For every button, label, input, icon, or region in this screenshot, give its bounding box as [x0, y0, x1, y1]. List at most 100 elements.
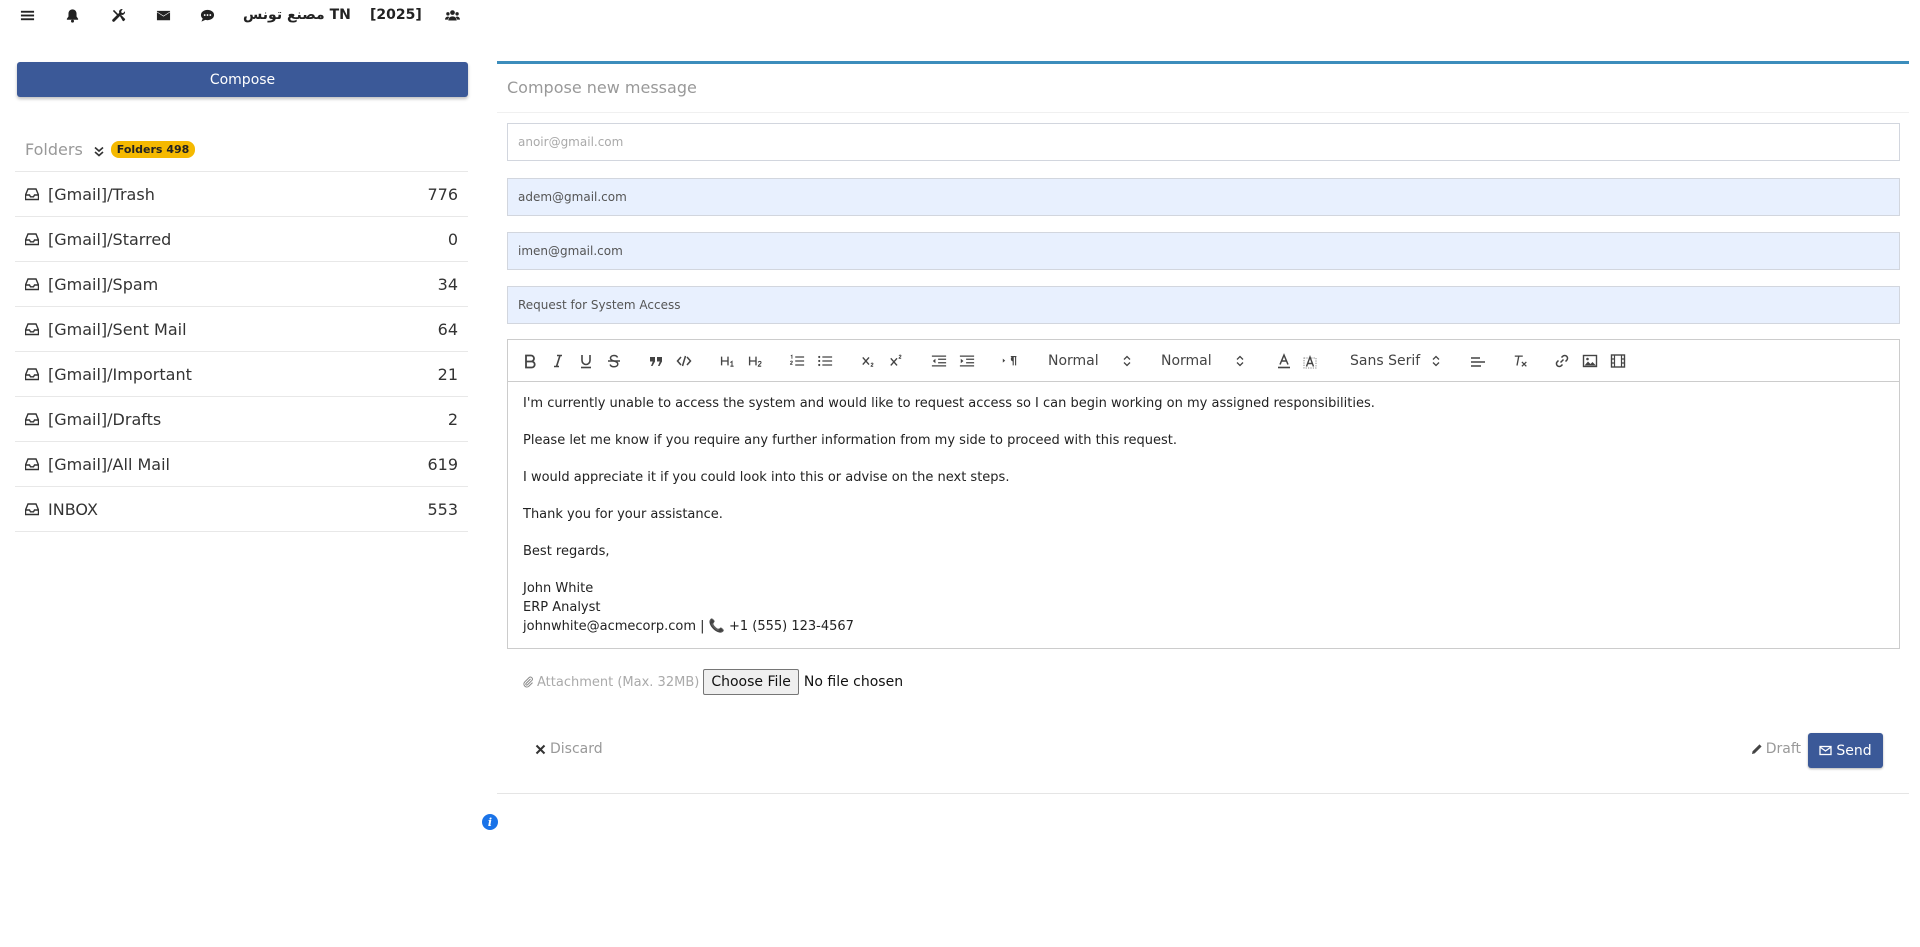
folders-count-badge: Folders 498 — [110, 140, 196, 158]
signature-contact: johnwhite@acmecorp.com | 📞 +1 (555) 123-… — [523, 617, 1884, 636]
folder-item[interactable]: INBOX 553 — [15, 487, 468, 532]
bold-icon[interactable] — [522, 351, 538, 371]
header-picker[interactable]: Normal — [1048, 351, 1138, 371]
blockquote-icon[interactable] — [648, 351, 664, 371]
info-icon[interactable]: i — [482, 814, 498, 830]
bullet-list-icon[interactable] — [816, 351, 834, 371]
attachment-label: Attachment (Max. 32MB) — [537, 674, 700, 690]
video-icon[interactable] — [1610, 351, 1626, 371]
link-icon[interactable] — [1554, 351, 1570, 371]
folder-count: 619 — [427, 454, 458, 474]
folder-count: 553 — [427, 499, 458, 519]
phone-icon: 📞 — [708, 619, 725, 634]
close-icon — [535, 744, 546, 754]
body-paragraph: I would appreciate it if you could look … — [523, 470, 1010, 485]
updown-icon — [1236, 355, 1244, 367]
underline-icon[interactable] — [578, 351, 594, 371]
header-picker-label: Normal — [1048, 353, 1099, 369]
compose-panel: Compose new message anoir@gmail.com adem… — [497, 61, 1909, 794]
company-name[interactable]: مصنع تونس TN — [243, 5, 351, 25]
bell-icon[interactable] — [64, 5, 80, 25]
no-file-text: No file chosen — [803, 674, 904, 690]
subscript-icon[interactable] — [860, 351, 878, 371]
folder-count: 21 — [437, 364, 458, 384]
inbox-icon — [25, 232, 39, 246]
envelope-icon[interactable] — [155, 5, 171, 25]
editor-toolbar: Normal Normal Sans Serif — [508, 340, 1899, 382]
folder-name: [Gmail]/Drafts — [48, 409, 162, 429]
folder-count: 64 — [437, 319, 458, 339]
heading-2-icon[interactable] — [746, 351, 766, 371]
signature-separator: | — [696, 619, 709, 634]
inbox-icon — [25, 187, 39, 201]
cc-field[interactable] — [507, 178, 1900, 216]
folder-item[interactable]: [Gmail]/Spam 34 — [15, 262, 468, 307]
folder-name: [Gmail]/All Mail — [48, 454, 170, 474]
font-picker[interactable]: Sans Serif — [1350, 351, 1450, 371]
text-direction-icon[interactable] — [1000, 351, 1020, 371]
signature-title: ERP Analyst — [523, 600, 601, 615]
font-color-icon[interactable] — [1276, 351, 1292, 371]
background-color-icon[interactable] — [1302, 351, 1318, 371]
folders-header: Folders Folders 498 — [25, 137, 465, 161]
editor-body[interactable]: I'm currently unable to access the syste… — [508, 382, 1899, 648]
users-icon[interactable] — [443, 5, 461, 25]
code-block-icon[interactable] — [676, 351, 692, 371]
updown-icon — [1432, 355, 1440, 367]
superscript-icon[interactable] — [888, 351, 906, 371]
signature-name: John White — [523, 581, 594, 596]
menu-icon[interactable] — [19, 5, 35, 25]
folder-count: 34 — [437, 274, 458, 294]
indent-icon[interactable] — [958, 351, 976, 371]
bcc-field[interactable] — [507, 232, 1900, 270]
align-icon[interactable] — [1470, 351, 1486, 371]
clear-formatting-icon[interactable] — [1512, 351, 1530, 371]
signature-phone: +1 (555) 123-4567 — [728, 619, 854, 634]
heading-1-icon[interactable] — [718, 351, 738, 371]
size-picker-label: Normal — [1161, 353, 1212, 369]
draft-label: Draft — [1765, 741, 1801, 757]
discard-label: Discard — [550, 741, 603, 757]
image-icon[interactable] — [1582, 351, 1598, 371]
folder-item[interactable]: [Gmail]/Starred 0 — [15, 217, 468, 262]
pencil-icon — [1751, 744, 1762, 754]
folder-item[interactable]: [Gmail]/All Mail 619 — [15, 442, 468, 487]
body-paragraph: Please let me know if you require any fu… — [523, 433, 1178, 448]
tools-icon[interactable] — [110, 5, 126, 25]
size-picker[interactable]: Normal — [1161, 351, 1251, 371]
outdent-icon[interactable] — [930, 351, 948, 371]
font-picker-label: Sans Serif — [1350, 353, 1421, 369]
subject-field[interactable] — [507, 286, 1900, 324]
strikethrough-icon[interactable] — [606, 351, 622, 371]
rich-text-editor: Normal Normal Sans Serif I'm currently u… — [507, 339, 1900, 649]
discard-button[interactable]: Discard — [535, 741, 603, 757]
inbox-icon — [25, 412, 39, 426]
folder-name: [Gmail]/Sent Mail — [48, 319, 187, 339]
compose-button[interactable]: Compose — [17, 62, 468, 97]
folders-title: Folders — [25, 139, 83, 159]
folder-item[interactable]: [Gmail]/Sent Mail 64 — [15, 307, 468, 352]
inbox-icon — [25, 367, 39, 381]
inbox-icon — [25, 502, 39, 516]
send-button[interactable]: Send — [1808, 733, 1883, 768]
draft-button[interactable]: Draft — [1751, 741, 1801, 757]
top-navbar: مصنع تونس TN [2025] — [0, 0, 1920, 30]
double-chevron-down-icon[interactable] — [93, 143, 105, 157]
to-field[interactable] — [507, 123, 1900, 161]
folder-name: INBOX — [48, 499, 98, 519]
attachment-label-wrap: Attachment (Max. 32MB) — [522, 675, 699, 690]
choose-file-button[interactable]: Choose File — [703, 669, 799, 695]
year-label[interactable]: [2025] — [370, 5, 422, 25]
folder-item[interactable]: [Gmail]/Drafts 2 — [15, 397, 468, 442]
updown-icon — [1123, 355, 1131, 367]
folder-item[interactable]: [Gmail]/Important 21 — [15, 352, 468, 397]
folder-name: [Gmail]/Trash — [48, 184, 155, 204]
folder-item[interactable]: [Gmail]/Trash 776 — [15, 172, 468, 217]
ordered-list-icon[interactable] — [788, 351, 806, 371]
folder-name: [Gmail]/Important — [48, 364, 192, 384]
italic-icon[interactable] — [550, 351, 566, 371]
divider — [497, 112, 1909, 113]
folder-name: [Gmail]/Spam — [48, 274, 159, 294]
folder-name: [Gmail]/Starred — [48, 229, 172, 249]
chat-icon[interactable] — [199, 5, 215, 25]
